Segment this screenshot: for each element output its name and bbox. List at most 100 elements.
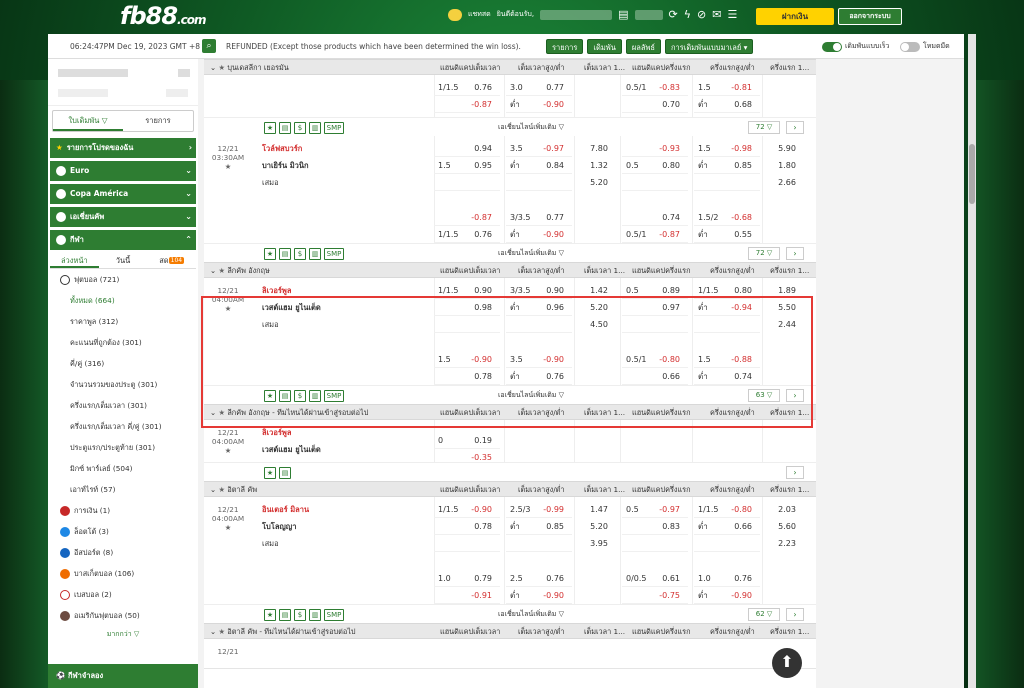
star-icon[interactable]: ★	[208, 304, 248, 313]
more-markets-count[interactable]: 62 ▽	[748, 608, 780, 621]
smp-button[interactable]: SMP	[324, 390, 344, 402]
odds-price[interactable]: -0.97	[659, 501, 680, 518]
odds-1x2[interactable]: 4.50	[576, 316, 622, 333]
league-name[interactable]: ⌄ ★ อิตาลี คัพ - ทีมไหนได้ผ่านเข้าสู่รอบ…	[210, 624, 356, 639]
sport-soccer[interactable]: ฟุตบอล (721)	[50, 269, 196, 290]
odds-price[interactable]: -0.98	[731, 140, 752, 157]
away-team[interactable]: เวสต์แฮม ยูไนเต็ด	[262, 441, 321, 458]
odds-cell[interactable]: 0.66	[622, 368, 688, 385]
cashout-dollar-icon[interactable]: $	[294, 248, 306, 260]
star-icon[interactable]: ★	[218, 408, 227, 417]
chart-bars-icon[interactable]: ▥	[309, 609, 321, 621]
odds-cell[interactable]	[434, 174, 500, 191]
odds-cell[interactable]: ต่ำ -0.94	[694, 299, 760, 316]
odds-price[interactable]: 0.85	[546, 518, 564, 535]
odds-cell[interactable]: 0.97	[622, 299, 688, 316]
next-arrow-button[interactable]: ›	[786, 389, 804, 402]
sidebar-item-favorites[interactable]: ★ รายการโปรดของฉัน ›	[50, 138, 196, 158]
odds-price[interactable]: 0.97	[662, 299, 680, 316]
refresh-icon[interactable]: ⟳	[669, 8, 678, 21]
odds-price[interactable]: -0.90	[543, 587, 564, 604]
sidebar-item-asiancup[interactable]: เอเชี่ยนคัพ ⌄	[50, 207, 196, 227]
market-ht-ft[interactable]: ครึ่งแรก/เต็มเวลา (301)	[50, 395, 196, 416]
odds-price[interactable]: -0.91	[471, 587, 492, 604]
odds-price[interactable]: -0.94	[731, 299, 752, 316]
odds-price[interactable]: 0.89	[662, 282, 680, 299]
odds-1x2[interactable]: 5.20	[576, 174, 622, 191]
odds-cell[interactable]: 0.5 0.89	[622, 282, 688, 299]
chat-icon[interactable]	[448, 8, 462, 21]
more-asian-lines-link[interactable]: เอเชี่ยนไลน์เพิ่มเติม ▽	[498, 609, 564, 620]
odds-price[interactable]: 0.66	[662, 368, 680, 385]
cashout-dollar-icon[interactable]: $	[294, 609, 306, 621]
odds-1x2[interactable]	[764, 226, 810, 243]
scrollbar[interactable]	[968, 34, 976, 688]
odds-price[interactable]: 0.90	[474, 282, 492, 299]
odds-price[interactable]: 0.94	[474, 140, 492, 157]
odds-price[interactable]: 0.74	[662, 209, 680, 226]
odds-cell[interactable]	[694, 316, 760, 333]
odds-1x2[interactable]: 5.20	[576, 299, 622, 316]
odds-cell[interactable]: 0.94	[434, 140, 500, 157]
odds-price[interactable]: -0.99	[543, 501, 564, 518]
subtab-early[interactable]: ล่วงหน้า	[50, 253, 99, 268]
sidebar-item-sports[interactable]: กีฬา ⌃	[50, 230, 196, 250]
odds-price[interactable]: 0.80	[662, 157, 680, 174]
odds-price[interactable]: -0.93	[659, 140, 680, 157]
favorite-star-icon[interactable]: ★	[264, 390, 276, 402]
stats-table-icon[interactable]: ▤	[279, 390, 291, 402]
odds-cell[interactable]: 0.78	[434, 518, 500, 535]
odds-cell[interactable]	[694, 535, 760, 552]
smp-button[interactable]: SMP	[324, 122, 344, 134]
star-icon[interactable]: ★	[208, 446, 248, 455]
odds-price[interactable]: 0.80	[734, 282, 752, 299]
league-name[interactable]: ⌄ ★ อิตาลี คัพ	[210, 482, 257, 497]
market-odd-even[interactable]: คี่/คู่ (316)	[50, 353, 196, 374]
more-asian-lines-link[interactable]: เอเชี่ยนไลน์เพิ่มเติม ▽	[498, 122, 564, 133]
odds-cell[interactable]: 0.5 -0.97	[622, 501, 688, 518]
odds-1x2[interactable]	[764, 368, 810, 385]
odds-price[interactable]: 0.90	[546, 282, 564, 299]
odds-1x2[interactable]	[576, 351, 622, 368]
sport-esports[interactable]: อีสปอร์ต (8)	[50, 542, 196, 563]
odds-1x2[interactable]	[576, 368, 622, 385]
odds-cell[interactable]: 0 0.19	[434, 432, 500, 449]
subtab-today[interactable]: วันนี้	[99, 253, 148, 268]
odds-cell[interactable]	[622, 535, 688, 552]
odds-cell[interactable]: 1.5 -0.88	[694, 351, 760, 368]
odds-1x2[interactable]: 1.47	[576, 501, 622, 518]
odds-price[interactable]: 0.76	[474, 79, 492, 96]
more-asian-lines-link[interactable]: เอเชี่ยนไลน์เพิ่มเติม ▽	[498, 390, 564, 401]
odds-price[interactable]: 0.96	[546, 299, 564, 316]
sport-american-football[interactable]: อเมริกันฟุตบอล (50)	[50, 605, 196, 626]
odds-price[interactable]: 0.98	[474, 299, 492, 316]
odds-cell[interactable]: 0.98	[434, 299, 500, 316]
odds-price[interactable]: -0.87	[471, 209, 492, 226]
scrollbar-thumb[interactable]	[969, 144, 975, 204]
statement-button[interactable]: รายการ	[546, 39, 584, 54]
odds-cell[interactable]: 3/3.5 0.77	[506, 209, 572, 226]
odds-1x2[interactable]: 3.95	[576, 535, 622, 552]
odds-cell[interactable]: 1.0 0.76	[694, 570, 760, 587]
odds-price[interactable]: 0.77	[546, 209, 564, 226]
smp-button[interactable]: SMP	[324, 609, 344, 621]
odds-cell[interactable]: ต่ำ -0.90	[694, 587, 760, 604]
odds-cell[interactable]: -0.87	[434, 209, 500, 226]
away-team[interactable]: บาเยิร์น มิวนิก	[262, 157, 309, 174]
stats-table-icon[interactable]: ▤	[279, 248, 291, 260]
odds-1x2[interactable]	[764, 570, 810, 587]
chart-bars-icon[interactable]: ▥	[309, 248, 321, 260]
mail-icon[interactable]: ✉	[712, 8, 721, 21]
odds-price[interactable]: -0.90	[543, 226, 564, 243]
odds-1x2[interactable]	[764, 587, 810, 604]
odds-cell[interactable]: ต่ำ 0.85	[506, 518, 572, 535]
smp-button[interactable]: SMP	[324, 248, 344, 260]
odds-cell[interactable]: -0.87	[434, 96, 500, 113]
odds-price[interactable]: -0.90	[471, 351, 492, 368]
odds-cell[interactable]: ต่ำ 0.55	[694, 226, 760, 243]
odds-price[interactable]: 0.78	[474, 368, 492, 385]
market-handicap[interactable]: ราคาพูล (312)	[50, 311, 196, 332]
home-team[interactable]: ลิเวอร์พูล	[262, 282, 321, 299]
star-icon[interactable]: ★	[218, 63, 227, 72]
odds-price[interactable]: 0.85	[734, 157, 752, 174]
